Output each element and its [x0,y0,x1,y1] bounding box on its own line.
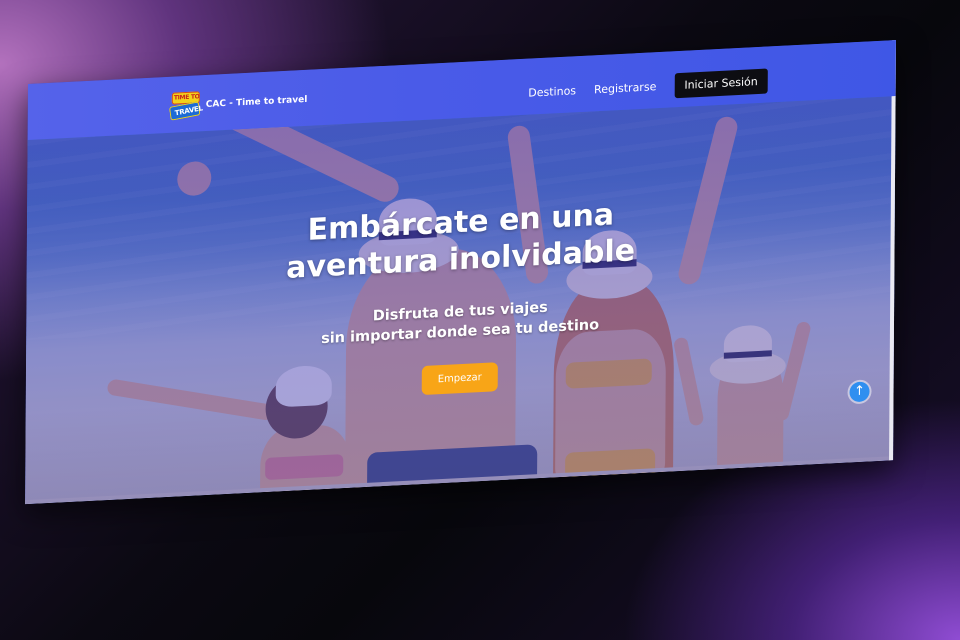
arrow-up-icon: ↑ [854,383,866,400]
brand-name: CAC - Time to travel [205,94,308,110]
logo-top-text: TIME TO [173,93,200,102]
nav-link-destinos[interactable]: Destinos [528,84,576,99]
start-button[interactable]: Empezar [421,362,498,396]
hero-section: Embárcate en una aventura inolvidable Di… [25,96,896,505]
login-button[interactable]: Iniciar Sesión [674,68,768,99]
brand[interactable]: TIME TO TRAVEL CAC - Time to travel [168,86,308,121]
nav-link-registrarse[interactable]: Registrarse [594,80,656,96]
nav-links: Destinos Registrarse Iniciar Sesión [528,68,768,106]
hero-subtitle: Disfruta de tus viajes sin importar dond… [26,280,894,364]
browser-viewport: TIME TO TRAVEL CAC - Time to travel Dest… [25,40,896,505]
logo: TIME TO TRAVEL [168,91,203,121]
